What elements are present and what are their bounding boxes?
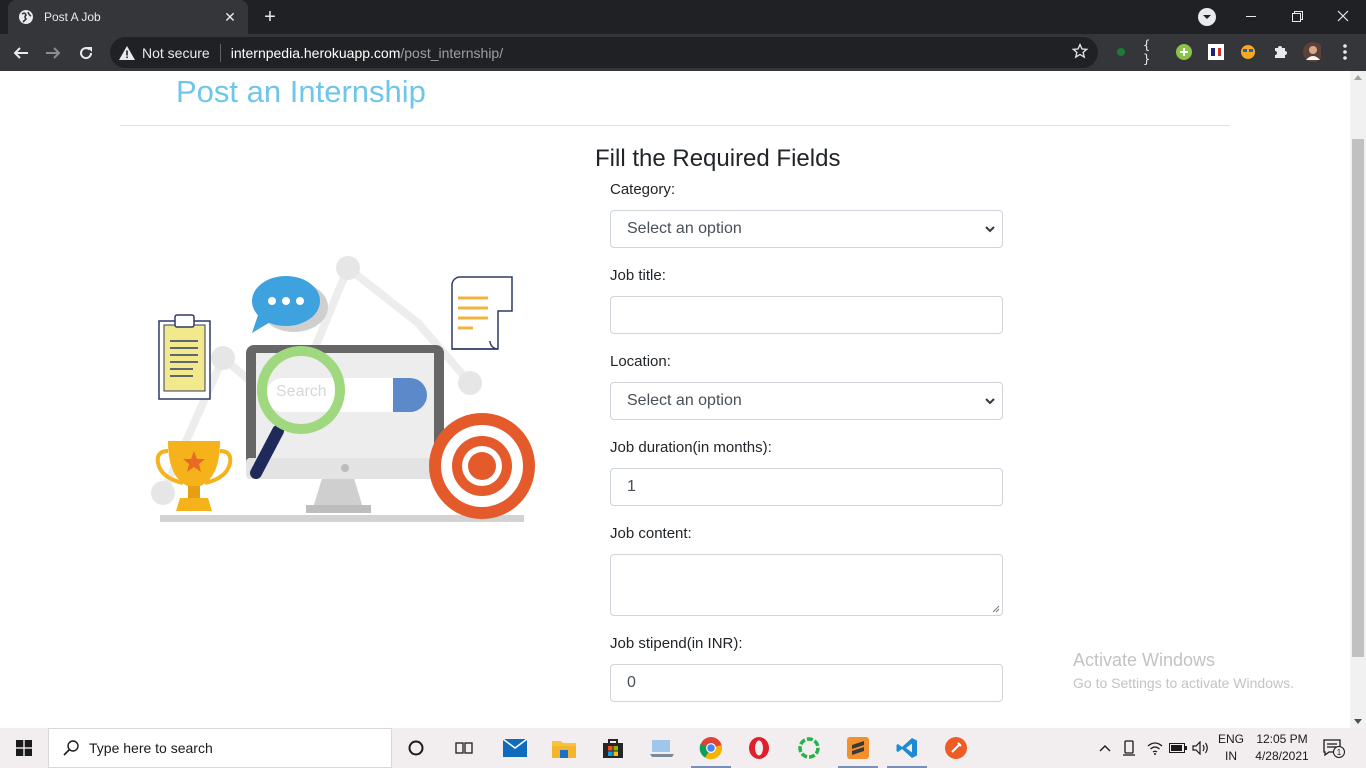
taskbar-search-placeholder: Type here to search [89,740,213,756]
avatar[interactable] [1303,42,1321,62]
chevron-up-icon[interactable] [1096,728,1114,768]
device-icon[interactable] [1120,728,1138,768]
clock-date: 4/28/2021 [1255,749,1309,763]
location-select-value: Select an option [627,392,742,409]
minimize-button[interactable] [1228,0,1274,32]
json-extension-icon[interactable]: { } [1143,38,1161,66]
store-icon[interactable] [589,728,637,768]
url-path: /post_internship/ [400,44,504,61]
page-content: Post an Internship Search Fill the Requi… [0,71,1350,728]
stipend-input[interactable]: 0 [610,664,1003,702]
windows-start-button[interactable] [0,728,48,768]
job-content-label: Job content: [610,525,692,542]
title-divider [120,125,1230,126]
page-title: Post an Internship [176,74,426,109]
task-view-icon[interactable] [440,728,488,768]
forward-arrow-icon[interactable] [40,40,66,66]
category-label: Category: [610,181,676,198]
battery-icon[interactable] [1168,728,1188,768]
security-label[interactable]: Not secure [142,45,210,61]
extension-green-icon[interactable] [1112,43,1130,61]
menu-kebab-icon[interactable] [1336,43,1354,61]
job-title-input[interactable] [610,296,1003,334]
job-title-label: Job title: [610,267,666,284]
scrollbar-thumb[interactable] [1352,139,1364,657]
opera-icon[interactable] [735,728,783,768]
close-icon[interactable]: ✕ [222,9,238,25]
chevron-down-icon [985,226,995,233]
taskbar-search-box[interactable]: Type here to search [48,728,392,768]
taskbar-clock[interactable]: 12:05 PM 4/28/2021 [1244,731,1320,765]
location-select[interactable]: Select an option [610,382,1003,420]
url-host: internpedia.herokuapp.com [230,44,401,61]
resize-grip-icon[interactable] [992,605,1000,613]
warning-icon[interactable] [118,45,136,60]
search-icon [63,740,79,756]
mail-icon[interactable] [491,728,539,768]
watermark-line-2: Go to Settings to activate Windows. [1073,675,1294,691]
close-window-button[interactable] [1320,0,1366,32]
region-code: IN [1225,749,1237,763]
this-pc-icon[interactable] [638,728,686,768]
add-extension-icon[interactable] [1175,43,1193,61]
stipend-label: Job stipend(in INR): [610,635,743,652]
category-select[interactable]: Select an option [610,210,1003,248]
form-heading: Fill the Required Fields [595,145,841,172]
browser-toolbar: Not secure internpedia.herokuapp.com/pos… [0,34,1366,71]
notification-center-icon[interactable]: 1 [1322,728,1346,768]
sublime-text-icon[interactable] [834,728,882,768]
cortana-icon[interactable] [392,728,440,768]
reload-icon[interactable] [73,40,99,66]
restore-button[interactable] [1274,0,1320,32]
address-divider [219,43,221,62]
file-explorer-icon[interactable] [540,728,588,768]
notification-count: 1 [1337,748,1342,757]
scroll-down-icon[interactable] [1354,719,1362,724]
clock-time: 12:05 PM [1256,732,1308,746]
vscode-icon[interactable] [883,728,931,768]
browser-tab[interactable]: Post A Job ✕ [8,0,248,34]
category-select-value: Select an option [627,220,742,237]
windows-taskbar: Type here to search ENG IN 12:05 PM 4/28… [0,728,1366,768]
input-language-indicator[interactable]: ENG IN [1214,731,1248,765]
back-arrow-icon[interactable] [8,40,34,66]
page-scrollbar[interactable] [1350,71,1366,728]
job-search-illustration: Search [151,256,535,522]
bookmark-star-icon[interactable] [1071,42,1089,62]
face-extension-icon[interactable] [1239,43,1257,61]
duration-input[interactable]: 1 [610,468,1003,506]
chrome-taskbar-icon[interactable] [687,728,735,768]
location-label: Location: [610,353,671,370]
chevron-down-icon [985,398,995,405]
windows-logo-icon [16,740,32,756]
activate-windows-watermark: Activate Windows Go to Settings to activ… [1073,650,1294,691]
tab-title: Post A Job [44,10,101,24]
flag-extension-icon[interactable] [1207,43,1225,61]
refresh-app-icon[interactable] [785,728,833,768]
job-content-textarea[interactable] [610,554,1003,616]
globe-icon [18,9,34,25]
postman-icon[interactable] [932,728,980,768]
browser-tab-strip: Post A Job ✕ + [0,0,1366,34]
puzzle-icon[interactable] [1271,43,1289,61]
language-code: ENG [1217,732,1244,746]
address-bar[interactable]: Not secure internpedia.herokuapp.com/pos… [110,37,1098,68]
volume-icon[interactable] [1191,728,1211,768]
wifi-icon[interactable] [1145,728,1165,768]
new-tab-button[interactable]: + [258,5,282,29]
watermark-line-1: Activate Windows [1073,650,1216,670]
scroll-up-icon[interactable] [1354,75,1362,80]
tab-search-icon[interactable] [1198,8,1216,26]
illustration-search-text: Search [276,383,327,400]
duration-label: Job duration(in months): [610,439,772,456]
